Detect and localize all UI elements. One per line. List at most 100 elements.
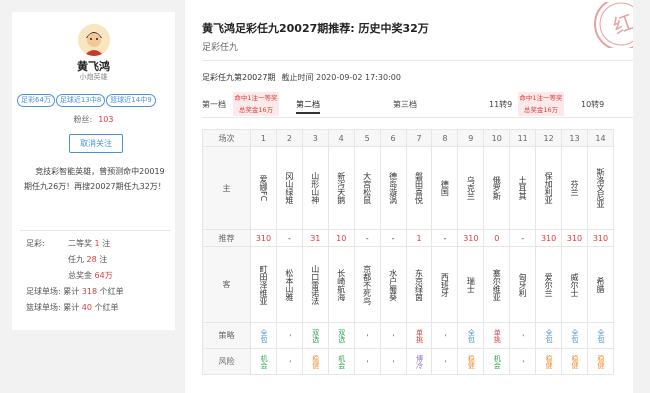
row-label-strategy: 策略: [202, 322, 251, 349]
strategy-cell-text: 全包: [259, 328, 268, 343]
stat-zucai-label: 足彩:: [26, 239, 45, 248]
match-number-cell-text: 7: [416, 133, 422, 143]
match-number-cell: 5: [353, 129, 381, 147]
strategy-cell: 双选: [301, 322, 329, 349]
match-number-cell-text: 13: [569, 133, 580, 143]
tabs-divider: [202, 117, 633, 118]
recommendation-cell-text: 31: [310, 233, 321, 243]
home-team-cell-text: 磐田喜悦: [414, 172, 424, 204]
fans-count: 粉丝: 103: [12, 114, 175, 125]
tab-third[interactable]: 第三档: [393, 99, 417, 110]
tab-10to9[interactable]: 10转9: [581, 99, 604, 110]
strategy-cell-text: 全包: [571, 328, 580, 343]
match-number-cell: 2: [275, 129, 303, 147]
home-team-cell-text: 德岛漩涡: [388, 172, 398, 204]
match-number-cell-text: 5: [364, 133, 370, 143]
home-team-cell-text: 冈山绿雉: [284, 172, 294, 204]
home-team-cell-text: 新泻天鹅: [336, 172, 346, 204]
home-team-cell: 保加利亚: [535, 146, 563, 230]
home-team-cell: 德岛漩涡: [379, 146, 407, 230]
cancel-follow-button[interactable]: 取消关注: [69, 134, 123, 153]
recommendation-cell: -: [431, 229, 459, 247]
recommendation-cell-text: 310: [463, 233, 479, 243]
away-team-cell-text: 爱尔兰: [544, 272, 554, 297]
fans-value: 103: [98, 115, 114, 124]
hit-badge-11to9: 命中1注一等奖 总奖金16万: [518, 92, 564, 116]
match-number-cell: 4: [327, 129, 355, 147]
match-number-cell-text: 2: [286, 133, 292, 143]
home-team-row: 主爱娜FC 冈山绿雉 山形山神 新泻天鹅 大宫松鼠 德岛漩涡 磐田喜悦 德国 乌克兰 俄罗斯 土耳其…: [202, 146, 615, 230]
away-team-cell: 匈牙利: [509, 246, 537, 323]
strategy-cell: -: [509, 322, 537, 349]
recommendation-cell: -: [379, 229, 407, 247]
match-table: 场次 1 2 3 4 5 6 7 8 9 10 11 12 13 14 主爱娜FC 冈山绿雉 山形山神 新泻天鹅大…: [202, 129, 615, 375]
match-number-cell-text: 12: [543, 133, 554, 143]
deadline: 截止时间 2020-09-02 17:30:00: [281, 73, 401, 82]
strategy-cell-text: 双选: [311, 328, 320, 343]
risk-cell-text: 机会: [493, 354, 502, 369]
strategy-cell-text: 单挑: [415, 328, 424, 343]
tag-zucai: 足彩64万: [17, 94, 55, 107]
home-team-cell-text: 斯洛文尼亚: [595, 168, 605, 208]
recommendation-cell-text: 310: [566, 233, 583, 243]
risk-cell: -: [275, 348, 303, 375]
match-number-cell: 8: [431, 129, 459, 147]
away-team-cell: 威尔士: [561, 246, 588, 323]
away-team-cell-text: 京都不死鸟: [362, 264, 372, 305]
active-tab-indicator: [296, 112, 320, 114]
risk-cell-text: 稳健: [545, 354, 554, 369]
risk-cell: 稳健: [586, 348, 615, 375]
away-team-cell: 瑞士: [457, 246, 485, 323]
home-team-cell-text: 德国: [440, 180, 450, 196]
home-team-cell-text: 大宫松鼠: [362, 172, 372, 204]
tab-11to9[interactable]: 11转9: [489, 99, 512, 110]
recommendation-cell: 31: [301, 229, 329, 247]
strategy-cell: 全包: [561, 322, 588, 349]
row-label-risk: 风险: [202, 348, 251, 375]
recommendation-cell-text: 310: [592, 233, 609, 243]
match-number-cell: 6: [379, 129, 407, 147]
recommendation-cell: 1: [405, 229, 433, 247]
stat-line1: 二等奖 1 注: [68, 239, 111, 248]
issue-info: 足彩任九第20027期 截止时间 2020-09-02 17:30:00: [202, 72, 401, 83]
row-label-match: 场次: [202, 129, 251, 147]
match-number-cell: 14: [586, 129, 615, 147]
match-number-cell: 1: [250, 129, 277, 147]
header-divider: [202, 60, 633, 61]
away-team-cell: 东京绿茵: [405, 246, 433, 323]
tab-first[interactable]: 第一档: [202, 99, 226, 110]
home-team-cell-text: 山形山神: [310, 172, 320, 204]
risk-cell: 机会: [250, 348, 277, 375]
strategy-cell: -: [431, 322, 459, 349]
risk-cell-text: 稳健: [596, 354, 605, 369]
recommendation-cell-text: 0: [494, 233, 500, 243]
recommendation-cell: 310: [561, 229, 588, 247]
recommendation-cell-text: 1: [416, 233, 422, 243]
recommendation-panel: 黄飞鸿足彩任九20027期推荐: 历史中奖32万 足彩任九 红 足彩任九第200…: [185, 0, 633, 393]
fans-label: 粉丝:: [73, 115, 93, 124]
risk-cell-text: 稳健: [571, 354, 580, 369]
avatar[interactable]: [78, 24, 110, 56]
divider: [20, 230, 170, 231]
recommendation-cell: -: [275, 229, 303, 247]
away-team-cell-text: 匈牙利: [518, 272, 528, 297]
recommendation-row: 推荐 310 - 31 10 - - 1 - 310 0 - 310 310 310: [202, 229, 615, 247]
profile-tags: 足彩64万 足球近13中8 篮球近14中9: [17, 87, 177, 107]
strategy-cell-text: -: [441, 334, 450, 337]
match-number-cell-text: 1: [260, 133, 266, 143]
strategy-cell-text: -: [363, 334, 372, 337]
risk-cell-text: -: [441, 360, 450, 363]
home-team-cell: 山形山神: [301, 146, 329, 230]
match-number-cell: 9: [457, 129, 485, 147]
risk-cell: 机会: [327, 348, 355, 375]
risk-cell: -: [431, 348, 459, 375]
home-team-cell-text: 土耳其: [518, 176, 528, 200]
strategy-cell: 单挑: [483, 322, 511, 349]
away-team-cell-text: 塞尔维亚: [492, 268, 502, 301]
strategy-cell: -: [379, 322, 407, 349]
recommendation-cell: 0: [483, 229, 511, 247]
away-team-cell: 京都不死鸟: [353, 246, 381, 323]
risk-cell-text: 机会: [337, 354, 346, 369]
home-team-cell-text: 俄罗斯: [492, 176, 502, 200]
tab-second[interactable]: 第二档: [296, 99, 320, 110]
